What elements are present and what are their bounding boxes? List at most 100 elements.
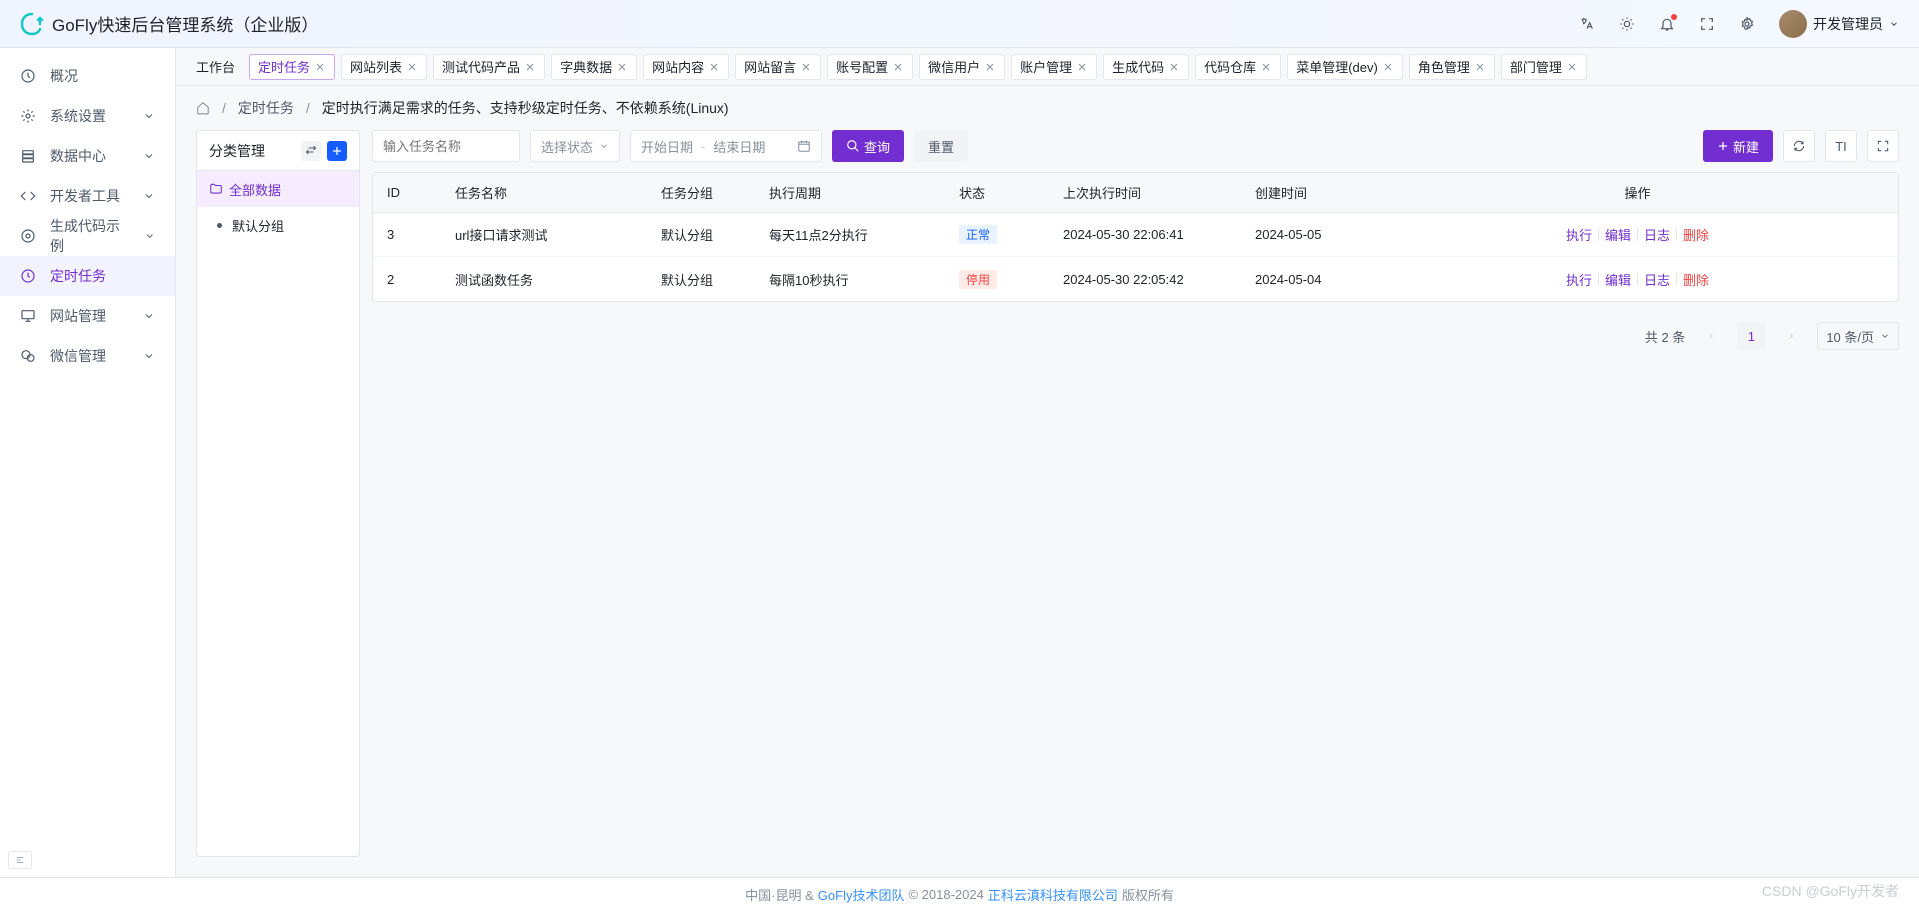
settings-icon[interactable] <box>1739 16 1755 32</box>
action-log[interactable]: 日志 <box>1644 270 1670 289</box>
theme-icon[interactable] <box>1619 16 1635 32</box>
table-header-cell: ID <box>373 173 441 212</box>
wechat-icon <box>20 348 36 364</box>
status-badge: 正常 <box>959 225 997 244</box>
close-icon[interactable] <box>1168 61 1180 73</box>
pagination-next[interactable] <box>1777 322 1805 350</box>
footer: 中国·昆明 & GoFly技术团队 © 2018-2024 正科云滇科技有限公司… <box>0 877 1919 911</box>
pagination-prev[interactable] <box>1697 322 1725 350</box>
status-select[interactable]: 选择状态 <box>530 130 620 162</box>
action-edit[interactable]: 编辑 <box>1605 270 1631 289</box>
close-icon[interactable] <box>524 61 536 73</box>
sidebar-item-clock[interactable]: 定时任务 <box>0 256 175 296</box>
close-icon[interactable] <box>984 61 996 73</box>
sidebar-item-monitor[interactable]: 网站管理 <box>0 296 175 336</box>
table-header-cell: 上次执行时间 <box>1049 173 1241 212</box>
tab[interactable]: 菜单管理(dev) <box>1287 54 1403 80</box>
close-icon[interactable] <box>800 61 812 73</box>
sidebar-item-label: 定时任务 <box>50 266 106 286</box>
tab[interactable]: 工作台 <box>188 54 243 80</box>
header: GoFly快速后台管理系统（企业版） 开发管理员 <box>0 0 1919 48</box>
category-item[interactable]: 默认分组 <box>197 207 359 243</box>
footer-company-link[interactable]: 正科云滇科技有限公司 <box>988 885 1118 904</box>
refresh-button[interactable] <box>1783 130 1815 162</box>
font-size-button[interactable]: TI <box>1825 130 1857 162</box>
close-icon[interactable] <box>892 61 904 73</box>
tab[interactable]: 账户管理 <box>1011 54 1097 80</box>
action-delete[interactable]: 删除 <box>1683 225 1709 244</box>
expand-button[interactable] <box>1867 130 1899 162</box>
breadcrumb-link[interactable]: 定时任务 <box>238 98 294 118</box>
category-swap-button[interactable] <box>301 141 321 161</box>
tab[interactable]: 微信用户 <box>919 54 1005 80</box>
sidebar-item-settings[interactable]: 系统设置 <box>0 96 175 136</box>
sidebar-item-app[interactable]: 生成代码示例 <box>0 216 175 256</box>
category-add-button[interactable] <box>327 141 347 161</box>
table-row: 2 测试函数任务 默认分组 每隔10秒执行 停用 2024-05-30 22:0… <box>373 257 1898 301</box>
tab[interactable]: 生成代码 <box>1103 54 1189 80</box>
sidebar-item-wechat[interactable]: 微信管理 <box>0 336 175 376</box>
close-icon[interactable] <box>1382 61 1394 73</box>
chevron-down-icon <box>143 110 155 122</box>
tab[interactable]: 网站列表 <box>341 54 427 80</box>
tab[interactable]: 测试代码产品 <box>433 54 545 80</box>
search-input[interactable] <box>383 139 509 154</box>
clock-icon <box>20 268 36 284</box>
category-panel-header: 分类管理 <box>197 131 359 171</box>
close-icon[interactable] <box>1474 61 1486 73</box>
tab[interactable]: 角色管理 <box>1409 54 1495 80</box>
sidebar-item-database[interactable]: 数据中心 <box>0 136 175 176</box>
tab[interactable]: 定时任务 <box>249 54 335 80</box>
watermark: CSDN @GoFly开发者 <box>1762 881 1899 901</box>
sidebar-item-label: 微信管理 <box>50 346 106 366</box>
sidebar-item-label: 开发者工具 <box>50 186 120 206</box>
close-icon[interactable] <box>1260 61 1272 73</box>
tab[interactable]: 字典数据 <box>551 54 637 80</box>
sidebar-item-code[interactable]: 开发者工具 <box>0 176 175 216</box>
translate-icon[interactable] <box>1579 16 1595 32</box>
chevron-down-icon <box>143 150 155 162</box>
tab[interactable]: 部门管理 <box>1501 54 1587 80</box>
action-exec[interactable]: 执行 <box>1566 270 1592 289</box>
tabs-bar: 工作台定时任务网站列表测试代码产品字典数据网站内容网站留言账号配置微信用户账户管… <box>176 48 1919 86</box>
fullscreen-icon[interactable] <box>1699 16 1715 32</box>
close-icon[interactable] <box>406 61 418 73</box>
action-delete[interactable]: 删除 <box>1683 270 1709 289</box>
sidebar-item-dashboard[interactable]: 概况 <box>0 56 175 96</box>
chevron-down-icon <box>143 350 155 362</box>
action-exec[interactable]: 执行 <box>1566 225 1592 244</box>
sidebar-collapse-button[interactable] <box>8 851 32 869</box>
table-header-cell: 任务分组 <box>647 173 755 212</box>
close-icon[interactable] <box>708 61 720 73</box>
new-button[interactable]: 新建 <box>1703 130 1773 162</box>
reset-button[interactable]: 重置 <box>914 130 968 162</box>
category-item[interactable]: 全部数据 <box>197 171 359 207</box>
search-button[interactable]: 查询 <box>832 130 904 162</box>
sidebar: 概况系统设置数据中心开发者工具生成代码示例定时任务网站管理微信管理 <box>0 48 176 877</box>
footer-team-link[interactable]: GoFly技术团队 <box>818 885 905 904</box>
tab[interactable]: 代码仓库 <box>1195 54 1281 80</box>
home-icon[interactable] <box>196 101 210 115</box>
breadcrumb-current: 定时执行满足需求的任务、支持秒级定时任务、不依赖系统(Linux) <box>322 98 729 118</box>
status-badge: 停用 <box>959 270 997 289</box>
tab[interactable]: 网站留言 <box>735 54 821 80</box>
tab[interactable]: 账号配置 <box>827 54 913 80</box>
plus-icon <box>1717 140 1729 152</box>
user-menu[interactable]: 开发管理员 <box>1779 10 1899 38</box>
logo[interactable]: GoFly快速后台管理系统（企业版） <box>20 11 318 36</box>
pagination-page-size[interactable]: 10 条/页 <box>1817 322 1899 350</box>
notification-icon[interactable] <box>1659 16 1675 32</box>
pagination-page-1[interactable]: 1 <box>1737 322 1765 350</box>
tab[interactable]: 网站内容 <box>643 54 729 80</box>
close-icon[interactable] <box>314 61 326 73</box>
action-log[interactable]: 日志 <box>1644 225 1670 244</box>
close-icon[interactable] <box>1566 61 1578 73</box>
close-icon[interactable] <box>616 61 628 73</box>
date-range-picker[interactable]: 开始日期 - 结束日期 <box>630 130 822 162</box>
close-icon[interactable] <box>1076 61 1088 73</box>
chevron-down-icon <box>1889 19 1899 29</box>
database-icon <box>20 148 36 164</box>
chevron-down-icon <box>144 230 155 242</box>
search-icon <box>846 139 860 153</box>
action-edit[interactable]: 编辑 <box>1605 225 1631 244</box>
